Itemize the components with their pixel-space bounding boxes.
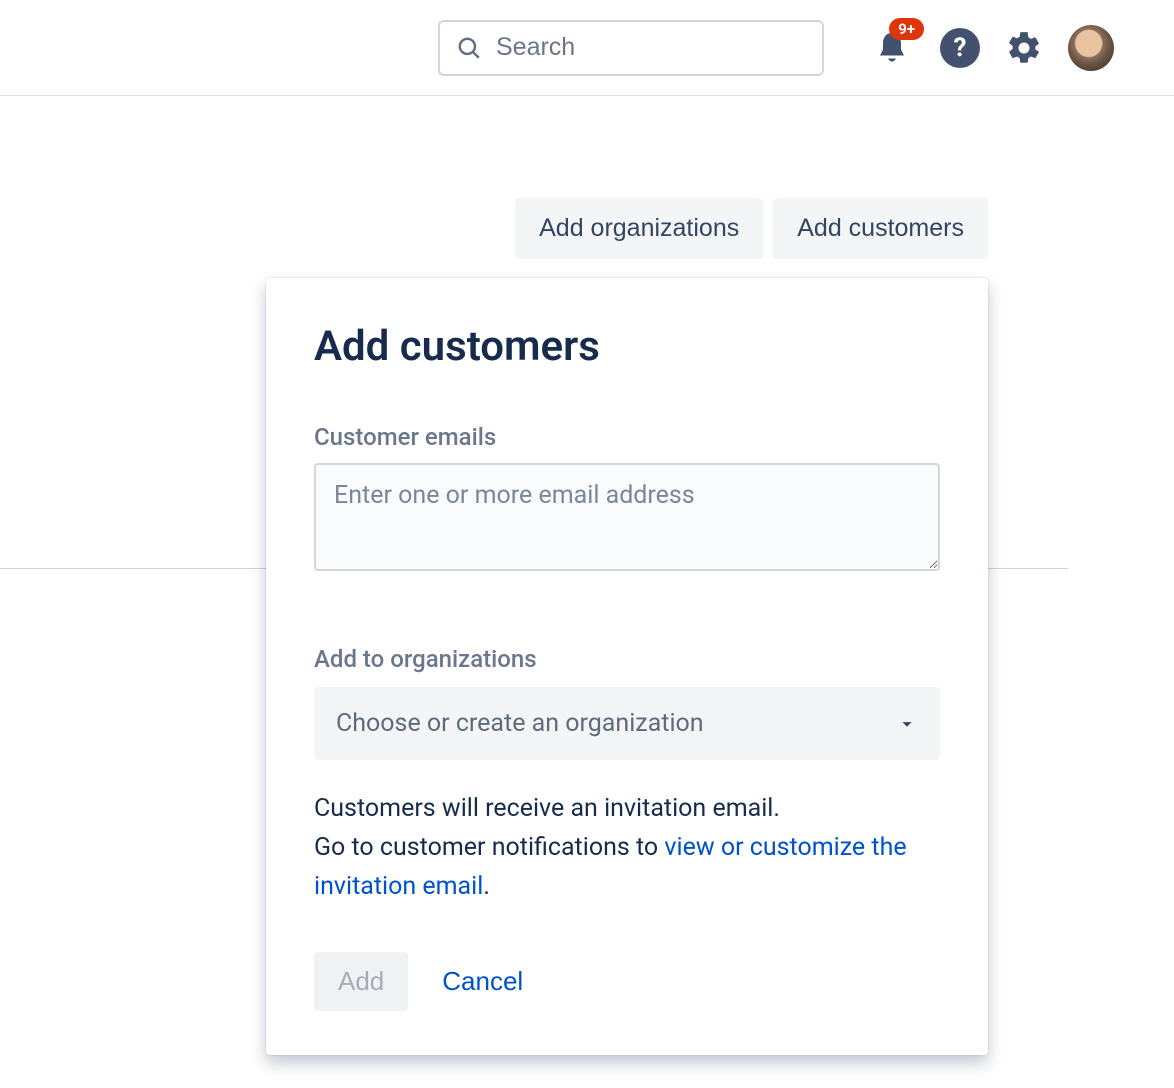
add-organizations-button[interactable]: Add organizations [515, 198, 763, 259]
modal-title: Add customers [314, 322, 940, 371]
help-text-prefix: Go to customer notifications to [314, 833, 664, 862]
organizations-field: Add to organizations Choose or create an… [314, 645, 940, 760]
add-button[interactable]: Add [314, 952, 408, 1011]
settings-button[interactable] [1004, 28, 1044, 68]
chevron-down-icon [896, 713, 918, 735]
cancel-button[interactable]: Cancel [432, 952, 533, 1011]
notification-badge: 9+ [889, 18, 924, 40]
search-input[interactable] [496, 33, 806, 62]
customer-emails-field: Customer emails [314, 423, 940, 575]
organizations-label: Add to organizations [314, 645, 940, 673]
top-nav: 9+ ? [0, 0, 1174, 96]
action-buttons-row: Add organizations Add customers [515, 198, 988, 259]
search-container[interactable] [438, 20, 824, 76]
gear-icon [1005, 29, 1043, 67]
add-customers-button[interactable]: Add customers [773, 198, 988, 259]
customer-emails-label: Customer emails [314, 423, 940, 451]
organization-select[interactable]: Choose or create an organization [314, 687, 940, 760]
question-icon: ? [954, 33, 967, 63]
add-customers-modal: Add customers Customer emails Add to org… [266, 278, 988, 1055]
help-text-suffix: . [483, 872, 490, 901]
modal-footer: Add Cancel [314, 952, 940, 1011]
help-text: Customers will receive an invitation ema… [314, 790, 940, 906]
user-avatar[interactable] [1068, 25, 1114, 71]
help-button[interactable]: ? [940, 28, 980, 68]
search-icon [456, 35, 482, 61]
notifications-button[interactable]: 9+ [868, 24, 916, 72]
organization-select-placeholder: Choose or create an organization [336, 709, 704, 738]
help-text-line1: Customers will receive an invitation ema… [314, 794, 780, 823]
customer-emails-input[interactable] [314, 463, 940, 571]
